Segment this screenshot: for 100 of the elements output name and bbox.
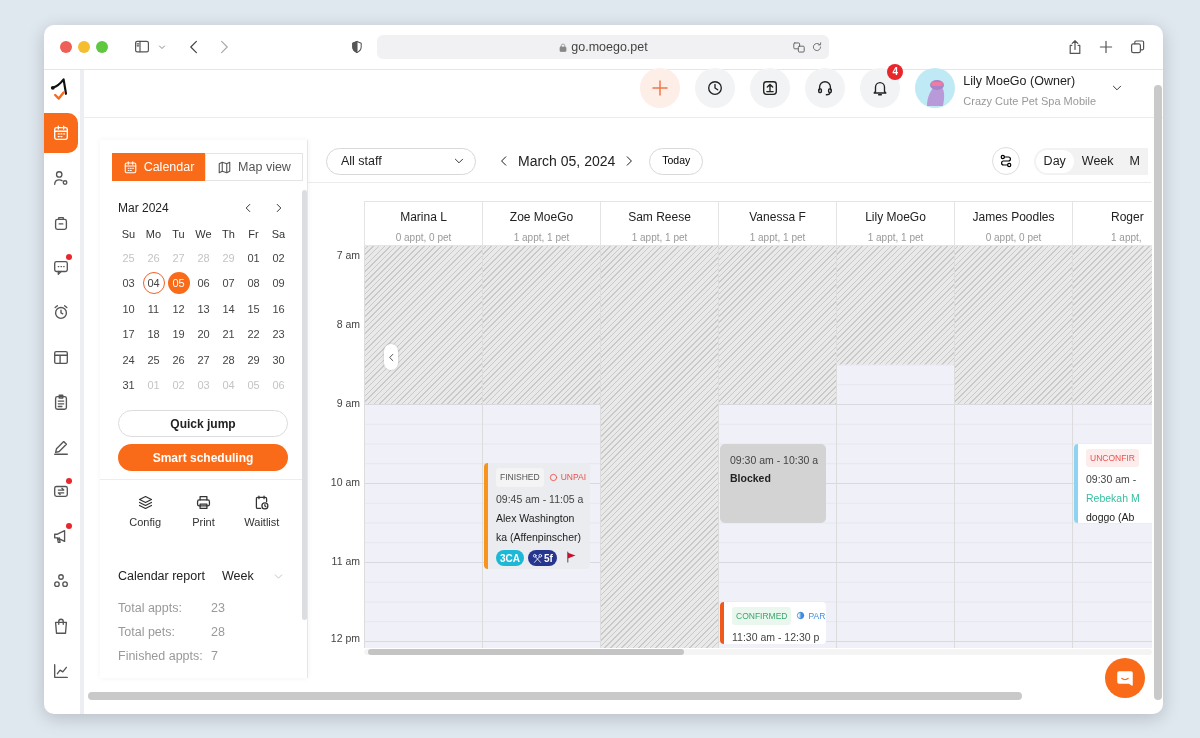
status-label: CONFIRMED [732, 606, 792, 626]
stat-label: Finished appts: [118, 648, 204, 666]
shopping-bag-icon [52, 616, 70, 635]
time-label: 8 am [336, 317, 360, 333]
scrollbar[interactable] [88, 692, 1022, 700]
calendar-day[interactable]: 18 [142, 323, 165, 346]
report-title: Calendar report [118, 568, 206, 586]
payment-status: UNPAI [548, 471, 587, 484]
weekday-label: Th [221, 227, 236, 242]
staff-name: Vanessa F [748, 209, 807, 226]
weekday-label: Su [120, 227, 137, 242]
share-icon[interactable] [1067, 38, 1083, 56]
route-button[interactable] [991, 147, 1020, 175]
header-button[interactable] [805, 68, 846, 108]
staff-summary: 1 appt, 1 pet [512, 231, 571, 245]
time-label: 10 am [330, 475, 360, 491]
scrollbar[interactable] [1154, 85, 1162, 700]
chat-button[interactable] [1105, 658, 1145, 698]
chevron-left-icon [386, 352, 396, 362]
avatar-icon[interactable] [915, 68, 956, 108]
new-tab-icon[interactable] [1098, 39, 1114, 55]
tag: 5f [528, 550, 557, 567]
calendar-day[interactable]: 20 [192, 323, 215, 346]
calendar-day[interactable]: 23 [267, 323, 290, 346]
stat-label: Total appts: [118, 600, 183, 618]
blocked-time-card[interactable]: 09:30 am - 10:30 a Blocked [720, 443, 826, 523]
client-name[interactable]: Alex Washington [496, 510, 590, 527]
period-dropdown[interactable]: Week [222, 567, 254, 586]
calendar-day[interactable]: 07 [217, 272, 240, 295]
calendar-day[interactable]: 01 [242, 246, 265, 269]
calendar-day[interactable]: 19 [167, 323, 190, 346]
reload-icon[interactable] [811, 41, 823, 53]
tool-button[interactable]: Waitlist [232, 494, 291, 531]
clock-icon [706, 79, 725, 97]
status-label: UNCONFIR [1086, 448, 1139, 468]
staff-name: Zoe MoeGo [508, 209, 575, 226]
weekday-label: Mo [144, 227, 163, 242]
sidebar-icon[interactable] [133, 39, 151, 55]
calendar-day[interactable]: 29 [242, 348, 265, 371]
calendar-day[interactable]: 10 [117, 297, 140, 320]
time-slot-column[interactable]: UNCONFIR 09:30 am - Rebekah M doggo (Ab [1072, 246, 1152, 648]
stat-value: 23 [211, 600, 225, 618]
view-mode-tab[interactable]: Day [1035, 149, 1074, 173]
calendar-day[interactable]: 26 [167, 348, 190, 371]
calendar-day[interactable]: 12 [167, 297, 190, 320]
tool-button[interactable]: Print [174, 494, 233, 531]
scrollbar[interactable] [302, 190, 307, 620]
quick-jump-button[interactable]: Quick jump [118, 410, 288, 437]
calendar-day[interactable]: 15 [242, 297, 265, 320]
calendar-icon [52, 124, 70, 142]
upload-icon [761, 79, 780, 97]
view-mode-tab[interactable]: M [1121, 149, 1148, 173]
shield-icon[interactable] [350, 39, 364, 55]
calendar-day[interactable]: 03 [117, 272, 140, 295]
stat-value: 28 [211, 624, 225, 642]
lock-icon [558, 41, 569, 53]
notification-badge: 4 [887, 64, 904, 80]
status-label: FINISHED [496, 468, 544, 487]
calendar-day[interactable]: 06 [192, 272, 215, 295]
scrollbar[interactable] [368, 649, 684, 655]
calendar-day[interactable]: 25 [142, 348, 165, 371]
tabs-icon[interactable] [1130, 39, 1146, 55]
staff-summary: 1 appt, 1 pet [630, 231, 689, 245]
time-slot-column[interactable]: FINISHED UNPAI 09:45 am - 11:05 a Alex Washington ka (Affenpinscher) 3CA 5f [482, 246, 600, 648]
calendar-day[interactable]: 08 [242, 272, 265, 295]
time-slot-column[interactable]: 09:30 am - 10:30 a Blocked CONFIRMED PAR 11:30 am - 12:30 p [718, 246, 836, 648]
calendar-day[interactable]: 21 [217, 323, 240, 346]
appointment-card[interactable]: CONFIRMED PAR 11:30 am - 12:30 p [720, 601, 826, 644]
today-button[interactable]: Today [649, 147, 704, 175]
appointment-card[interactable]: FINISHED UNPAI 09:45 am - 11:05 a Alex Washington ka (Affenpinscher) 3CA 5f [484, 463, 590, 569]
header-button[interactable] [750, 68, 791, 108]
view-toggle-tab[interactable]: Map view [205, 153, 303, 181]
header-button[interactable] [695, 68, 736, 108]
calendar-day[interactable]: 13 [192, 297, 215, 320]
staff-name: Marina L [399, 209, 448, 226]
calendar-day[interactable]: 11 [142, 297, 165, 320]
calendar-day[interactable]: 24 [117, 348, 140, 371]
staff-name: Lily MoeGo [864, 209, 927, 226]
layout-icon [52, 348, 70, 366]
tool-button[interactable]: Config [116, 494, 175, 531]
calendar-day[interactable]: 02 [267, 246, 290, 269]
view-mode-tab[interactable]: Week [1073, 149, 1122, 173]
user-name[interactable]: Lily MoeGo (Owner) [963, 72, 1096, 91]
address-bar[interactable]: go.moego.pet [377, 35, 829, 59]
calendar-day[interactable]: 14 [217, 297, 240, 320]
calendar-icon [122, 159, 138, 175]
calendar-day[interactable]: 28 [217, 348, 240, 371]
pet-name: doggo (Ab [1086, 509, 1136, 523]
url-text: go.moego.pet [571, 38, 648, 56]
month-label: Mar 2024 [118, 200, 170, 217]
close-button[interactable] [60, 41, 72, 53]
staff-select[interactable]: All staff [326, 147, 476, 175]
calendar-day[interactable]: 09 [267, 272, 290, 295]
calendar-day[interactable]: 27 [192, 348, 215, 371]
appointment-card[interactable]: UNCONFIR 09:30 am - Rebekah M doggo (Ab [1074, 443, 1152, 523]
calendar-day[interactable]: 31 [117, 374, 140, 397]
calendar-day[interactable]: 30 [267, 348, 290, 371]
calendar-day[interactable]: 17 [117, 323, 140, 346]
calendar-day[interactable]: 22 [242, 323, 265, 346]
calendar-day[interactable]: 16 [267, 297, 290, 320]
